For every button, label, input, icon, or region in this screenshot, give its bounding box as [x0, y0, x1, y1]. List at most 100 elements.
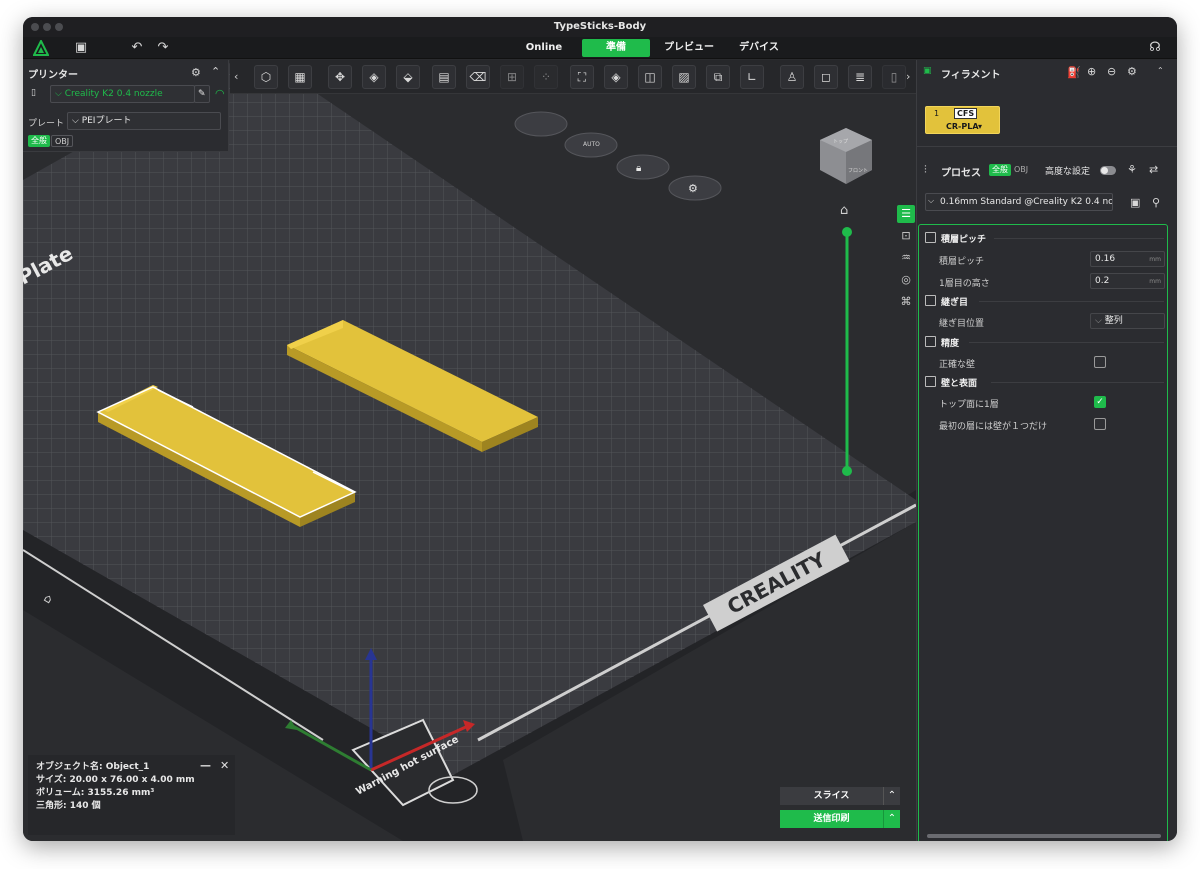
divider [969, 342, 1164, 343]
printer-chip-all[interactable]: 全般 [28, 135, 50, 147]
boolean-icon[interactable]: ⧉ [706, 65, 730, 89]
undo-icon[interactable]: ↶ [129, 40, 145, 56]
printer-name: Creality K2 0.4 nozzle [64, 89, 163, 99]
rotate-icon[interactable]: ◈ [604, 65, 628, 89]
advanced-settings-toggle[interactable] [1100, 166, 1116, 175]
tab-online-models[interactable]: Online Models [507, 39, 581, 71]
add-plate-icon[interactable]: ▦ [288, 65, 312, 89]
only-one-wall-first-layer-checkbox[interactable] [1094, 418, 1106, 430]
remove-filament-icon[interactable]: ⊖ [1107, 65, 1116, 78]
cube-view-icon[interactable]: ◻ [814, 65, 838, 89]
auto-orient-icon[interactable]: ⬙ [396, 65, 420, 89]
process-preset-select[interactable]: 0.16mm Standard @Creality K2 0.4 no... [925, 193, 1113, 211]
printer-select[interactable]: ⌵ Creality K2 0.4 nozzle [50, 85, 195, 103]
top-one-wall-checkbox[interactable]: ✓ [1094, 396, 1106, 408]
tab-others-icon[interactable]: ⌘ [897, 293, 915, 311]
precise-wall-checkbox[interactable] [1094, 356, 1106, 368]
layer-height-label: 積層ピッチ [939, 257, 985, 267]
send-print-options-chevron-icon[interactable]: ⌃ [883, 810, 900, 828]
account-icon[interactable]: ☊ [1147, 40, 1163, 56]
orient-icon[interactable]: ◈ [362, 65, 386, 89]
app-logo-icon[interactable] [32, 38, 50, 56]
process-chip-obj[interactable]: OBJ [1011, 164, 1031, 176]
scale-icon[interactable]: ⛶ [570, 65, 594, 89]
process-compare-icon[interactable]: ⚘ [1127, 163, 1137, 176]
seam-position-select[interactable]: ⌵ 整列 [1090, 313, 1165, 329]
tab-quality-icon[interactable]: ☰ [897, 205, 915, 223]
tab-device[interactable]: デバイス [729, 39, 789, 57]
divider [991, 382, 1164, 383]
arrange-icon[interactable]: ✥ [328, 65, 352, 89]
redo-icon[interactable]: ↷ [155, 40, 171, 56]
edit-printer-button[interactable]: ✎ [194, 85, 210, 103]
preset-chevron-down-icon: ⌵ [928, 196, 935, 205]
advanced-settings-label: 高度な設定 [1045, 167, 1091, 177]
printer-settings-gear-icon[interactable]: ⚙ [191, 66, 201, 79]
chevron-down-icon: ⌵ [55, 89, 65, 99]
precise-wall-label: 正確な壁 [939, 360, 976, 370]
close-window-button[interactable] [31, 23, 39, 31]
tab-prepare[interactable]: 準備 [582, 39, 650, 57]
tab-preview[interactable]: プレビュー [656, 39, 722, 57]
minimize-window-button[interactable] [43, 23, 51, 31]
settings-scrollbar[interactable] [927, 834, 1161, 838]
toolbar-scroll-right-icon[interactable]: › [906, 70, 910, 83]
process-transfer-icon[interactable]: ⇄ [1149, 163, 1158, 176]
filament-slot-1[interactable]: 1 CFS CR-PLA ▾ [925, 106, 1000, 134]
tab-speed-icon[interactable]: ♒ [897, 249, 915, 267]
disabled-tool-1-icon[interactable]: ⊞ [500, 65, 524, 89]
filament-sync-icon[interactable]: ⛽ [1067, 66, 1081, 79]
layers-icon[interactable]: ≣ [848, 65, 872, 89]
filament-settings-gear-icon[interactable]: ⚙ [1127, 65, 1137, 78]
split-icon[interactable]: ▤ [432, 65, 456, 89]
slice-button[interactable]: スライス [780, 787, 883, 805]
filament-collapse-icon[interactable]: ⌃ [1157, 66, 1164, 75]
save-icon[interactable]: ▣ [73, 40, 89, 56]
send-print-button[interactable]: 送信印刷 [780, 810, 883, 828]
precision-section-title: 精度 [941, 339, 960, 349]
close-info-icon[interactable]: ✕ [220, 759, 229, 772]
search-settings-icon[interactable]: ⚲ [1152, 196, 1160, 209]
view-cube-front-label: フロント [848, 168, 868, 174]
plate-gear-icon: ⚙ [688, 182, 698, 195]
printer-chip-obj[interactable]: OBJ [51, 135, 74, 147]
printer-panel: プリンター ⚙ ⌃ ▯ ⌵ Creality K2 0.4 nozzle ✎ ◠… [23, 60, 229, 152]
process-chip-all[interactable]: 全般 [989, 164, 1011, 176]
view-cube[interactable]: トップ フロント [820, 128, 872, 184]
disabled-tool-2-icon[interactable]: ⁘ [534, 65, 558, 89]
add-filament-icon[interactable]: ⊕ [1087, 65, 1096, 78]
plate-type-select[interactable]: ⌵ PEIプレート [67, 112, 221, 130]
clean-icon[interactable]: ⌫ [466, 65, 490, 89]
support-paint-icon[interactable]: ▨ [672, 65, 696, 89]
first-layer-height-input[interactable]: 0.2 mm [1090, 273, 1165, 289]
home-view-icon[interactable]: ⌂ [840, 203, 848, 218]
measure-icon[interactable]: ∟ [740, 65, 764, 89]
collapse-chevron-icon[interactable]: ⌃ [211, 65, 220, 78]
seam-position-label: 継ぎ目位置 [939, 319, 985, 329]
minimize-info-icon[interactable]: — [200, 759, 211, 772]
slice-options-chevron-icon[interactable]: ⌃ [883, 787, 900, 805]
3d-viewport[interactable]: Plate CREALITY AUTO 🔒︎ ⚙ トップ フロント ⌂ Warn… [23, 60, 916, 841]
wifi-icon[interactable]: ◠ [215, 87, 225, 100]
save-preset-icon[interactable]: ▣ [1130, 196, 1140, 209]
filament-dropdown-icon: ▾ [978, 122, 983, 131]
plate-arrange-button[interactable] [514, 111, 568, 137]
layer-section-title: 積層ピッチ [941, 235, 987, 245]
add-object-cube-icon[interactable]: ⬡ [254, 65, 278, 89]
tab-strength-icon[interactable]: ⊡ [897, 227, 915, 245]
emboss-icon[interactable]: ♙ [780, 65, 804, 89]
lock-icon: 🔒︎ [636, 163, 641, 174]
zoom-window-button[interactable] [55, 23, 63, 31]
view-cube-top-label: トップ [833, 139, 848, 145]
build-plate-scene[interactable]: Plate CREALITY AUTO 🔒︎ ⚙ トップ フロント ⌂ Warn… [23, 60, 916, 841]
plate-lock-button[interactable] [616, 154, 670, 180]
layer-slider-bottom-handle[interactable] [842, 466, 852, 476]
cut-icon[interactable]: ◫ [638, 65, 662, 89]
wall-section-icon [925, 376, 936, 387]
layer-section-icon [925, 232, 936, 243]
toolbar-scroll-left-icon[interactable]: ‹ [234, 70, 238, 83]
layer-height-input[interactable]: 0.16 mm [1090, 251, 1165, 267]
tab-support-icon[interactable]: ◎ [897, 271, 915, 289]
layer-slider-top-handle[interactable] [842, 227, 852, 237]
more-tool-icon[interactable]: ▯ [882, 65, 906, 89]
